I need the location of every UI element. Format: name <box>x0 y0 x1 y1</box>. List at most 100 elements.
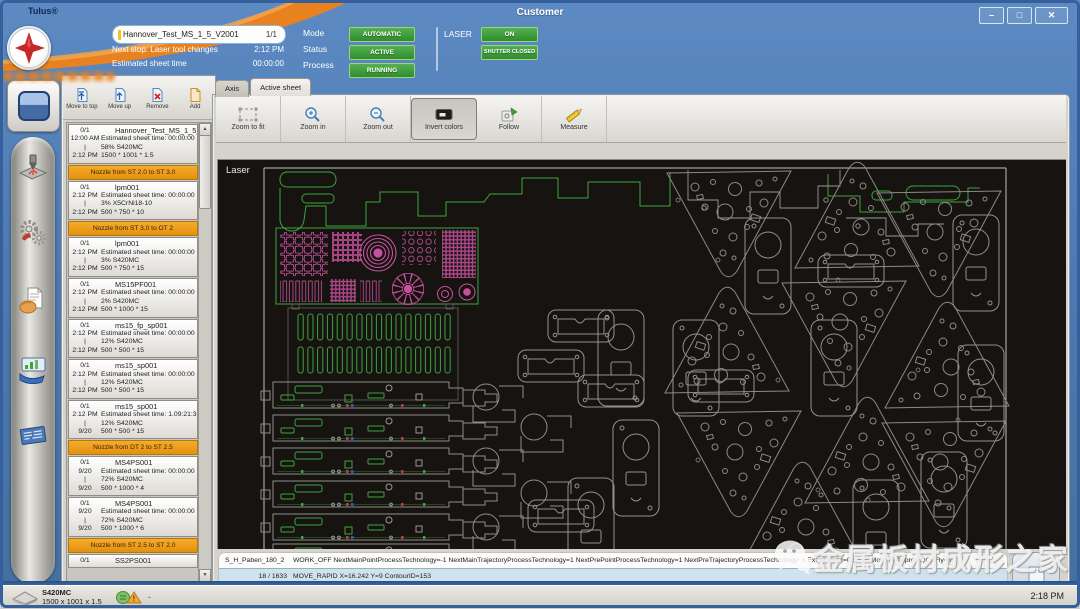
job-material: 3% X5CrNi18-10 <box>101 200 152 208</box>
job-count: 0/1 <box>80 280 90 288</box>
move-to-top-button[interactable]: Move to top <box>63 77 101 119</box>
zoom-out-icon <box>370 107 385 122</box>
job-name: MS4PS001 <box>115 459 153 468</box>
job-est: Estimated sheet time: 00:00:00 <box>101 248 195 256</box>
manual-document-icon[interactable] <box>18 286 48 316</box>
job-size: 500 * 1000 * 15 <box>101 306 148 314</box>
job-sep: | <box>84 143 86 151</box>
job-est: Estimated sheet time: 00:00:00 <box>101 192 195 200</box>
brand-text-blurred <box>3 72 115 81</box>
queue-job-item[interactable]: 0/1 ms15_sp001 2:12 PM Estimated sheet tim… <box>68 359 198 399</box>
job-end-time: 9/20 <box>78 484 92 492</box>
queue-job-item[interactable]: 0/1 lpm001 2:12 PM Estimated sheet time: 0… <box>68 237 198 277</box>
queue-nozzle-change[interactable]: Nozzle from ST 2.5 to ST 2.0 <box>68 537 198 553</box>
shutter-lamp[interactable]: SHUTTER CLOSED <box>481 45 538 60</box>
job-end-time: 9/20 <box>78 427 92 435</box>
job-count: 0/1 <box>80 459 90 467</box>
tab-axis[interactable]: Axis <box>215 80 250 97</box>
nesting-drawing <box>260 161 1010 577</box>
report-monitor-icon[interactable] <box>18 354 48 384</box>
laser-on-lamp[interactable]: ON <box>481 27 538 42</box>
queue-job-item[interactable]: 0/1 ms15_sp001 2:12 PM Estimated sheet tim… <box>68 399 198 440</box>
zoom-to-fit-button[interactable]: Zoom to fit <box>216 96 281 142</box>
queue-job-item[interactable]: 0/1 lpm001 2:12 PM Estimated sheet time: 0… <box>68 180 198 221</box>
tab-active-sheet[interactable]: Active sheet <box>250 78 312 96</box>
scroll-thumb[interactable] <box>199 135 211 209</box>
queue-job-item[interactable]: 0/1 SS2PS001 <box>68 553 198 569</box>
queue-nozzle-change[interactable]: Nozzle from DT 2 to ST 2.5 <box>68 440 198 456</box>
job-est: Estimated sheet time: 00:00:00 <box>101 508 195 516</box>
job-sep: | <box>84 257 86 265</box>
minimize-button[interactable]: – <box>979 7 1004 24</box>
status-dash: - <box>148 592 151 602</box>
move-up-button[interactable]: Move up <box>101 77 139 119</box>
job-end-time: 2:12 PM <box>72 208 98 216</box>
window-title: Customer <box>516 7 564 18</box>
follow-button[interactable]: Follow <box>477 96 542 142</box>
sheet-icon <box>12 591 38 606</box>
queue-job-item[interactable]: 0/1 MS4PS001 9/20 Estimated sheet time: 00… <box>68 456 198 496</box>
header: Tulus® Customer – □ ✕ Hannover_Test_MS_1… <box>0 0 1080 78</box>
estimated-time-row: Estimated sheet time 00:00:00 <box>112 59 284 68</box>
measure-button[interactable]: Measure <box>542 96 607 142</box>
sidebar-home-button[interactable] <box>7 80 60 132</box>
add-button[interactable]: Add <box>176 77 214 119</box>
job-time: 9/20 <box>78 467 92 475</box>
brand-logo <box>7 26 51 70</box>
job-size: 500 * 750 * 15 <box>101 265 145 273</box>
tech-card-icon[interactable] <box>18 420 48 450</box>
process-lamp[interactable]: RUNNING <box>349 63 415 78</box>
job-size: 500 * 500 * 15 <box>101 346 145 354</box>
job-time: 2:12 PM <box>72 289 98 297</box>
maximize-button[interactable]: □ <box>1007 7 1032 24</box>
follow-icon <box>501 107 518 122</box>
job-count: 0/1 <box>80 240 90 248</box>
canvas-laser-label: Laser <box>226 165 250 176</box>
queue-nozzle-change[interactable]: Nozzle from ST 3.0 to OT 2 <box>68 221 198 237</box>
job-size: 500 * 500 * 15 <box>101 427 145 435</box>
sheet-material: S420MC <box>42 588 72 597</box>
zoom-out-button[interactable]: Zoom out <box>346 96 411 142</box>
program-name: Hannover_Test_MS_1_5_V2001 <box>123 30 239 39</box>
add-label: Add <box>189 103 201 110</box>
zoom-in-button[interactable]: Zoom in <box>281 96 346 142</box>
machine-icon <box>17 91 50 121</box>
queue-job-item[interactable]: 0/1 ms15_fp_sp001 2:12 PM Estimated sheet … <box>68 318 198 359</box>
invert-colors-button[interactable]: Invert colors <box>411 98 477 140</box>
job-name: Hannover_Test_MS_1_5_V <box>115 127 197 135</box>
tool-settings-icon[interactable] <box>18 218 48 248</box>
invert-colors-icon <box>435 109 453 121</box>
nc-row-previous[interactable]: S_H_Paben_180_2 WORK_OFF NextMainPointPr… <box>219 553 1007 568</box>
queue-job-item[interactable]: 0/1 Hannover_Test_MS_1_5_V 12:00 AM Estima… <box>68 124 198 164</box>
nesting-canvas[interactable]: Laser <box>217 159 1066 577</box>
brand-logo-star <box>8 27 50 69</box>
job-time: 2:12 PM <box>72 411 98 419</box>
queue-nozzle-change[interactable]: Nozzle from ST 2.0 to ST 3.0 <box>68 164 198 180</box>
mode-lamp[interactable]: AUTOMATIC <box>349 27 415 42</box>
close-button[interactable]: ✕ <box>1035 7 1068 24</box>
job-end-time: 9/20 <box>78 525 92 533</box>
move-up-label: Move up <box>108 103 132 110</box>
add-icon <box>190 87 201 102</box>
program-name-field[interactable]: Hannover_Test_MS_1_5_V2001 1/1 <box>112 25 286 44</box>
job-time: 12:00 AM <box>70 135 100 143</box>
queue-job-item[interactable]: 0/1 MS15PF001 2:12 PM Estimated sheet time… <box>68 277 198 318</box>
zoom-in-icon <box>305 107 320 122</box>
process-label: Process <box>303 60 334 70</box>
measure-icon <box>565 109 583 123</box>
zoom-out-label: Zoom out <box>363 124 393 132</box>
job-est: Estimated sheet time: 00:00:00 <box>101 329 195 337</box>
window-controls: – □ ✕ <box>979 7 1068 24</box>
view-tabs: Axis Active sheet <box>215 78 312 97</box>
estimated-time-label: Estimated sheet time <box>112 59 187 68</box>
clock: 2:18 PM <box>1030 591 1064 601</box>
job-size: 500 * 1000 * 6 <box>101 525 145 533</box>
status-lamp[interactable]: ACTIVE <box>349 45 415 60</box>
queue-job-item[interactable]: 0/1 MS4PS001 9/20 Estimated sheet time: 00… <box>68 497 198 537</box>
job-count: 0/1 <box>80 402 90 410</box>
job-name: MS15PF001 <box>115 280 157 289</box>
job-material: 12% S420MC <box>101 419 143 427</box>
laser-cutting-icon[interactable] <box>18 152 48 182</box>
queue-scrollbar[interactable]: ▲ ▼ <box>198 122 212 583</box>
remove-button[interactable]: Remove <box>139 77 177 119</box>
